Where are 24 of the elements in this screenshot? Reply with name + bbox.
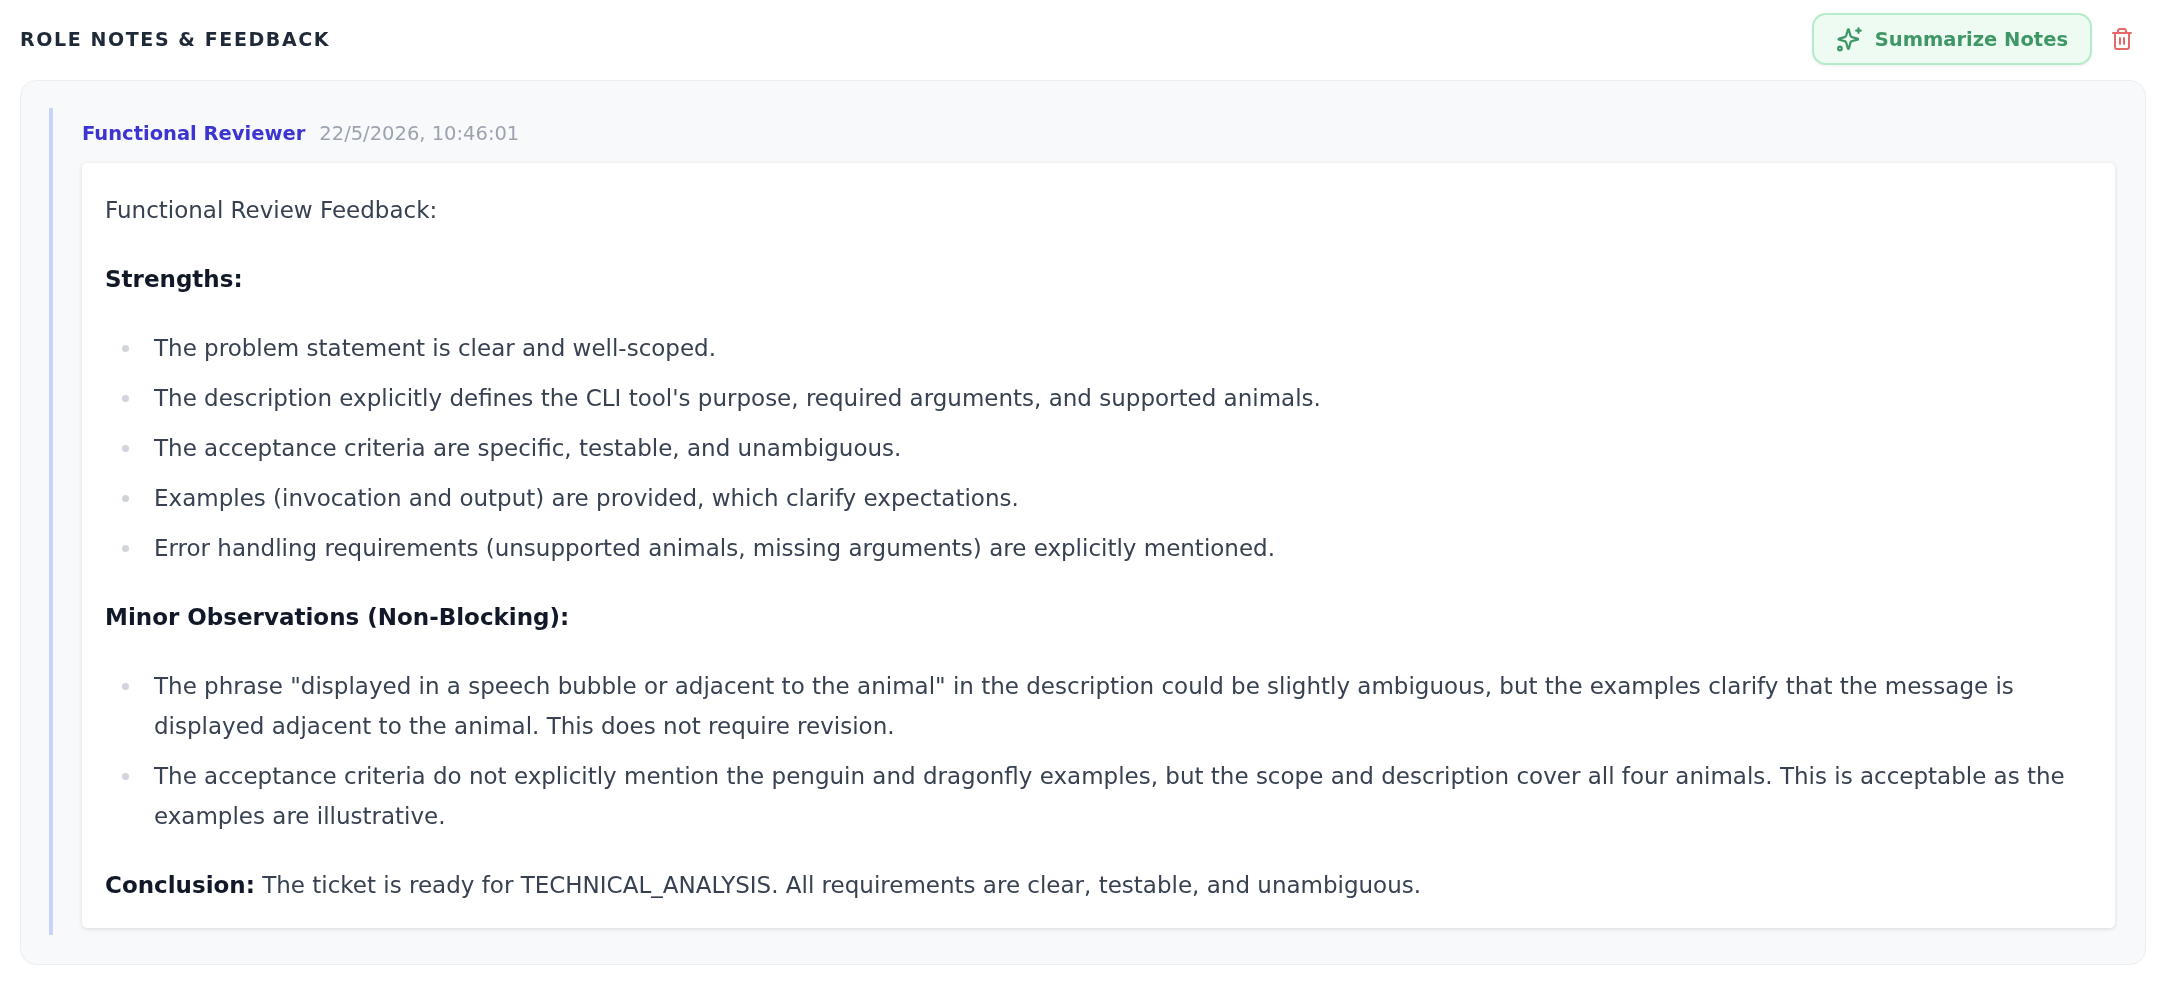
note-text: Conclusion: The ticket is ready for TECHNICAL_ANALYSIS. All requirements are clear, testable, and unambiguous. bbox=[105, 871, 1423, 900]
bullet-icon bbox=[122, 344, 129, 352]
section-heading: Minor Observations (Non-Blocking): bbox=[105, 603, 571, 632]
timestamp: 22/5/2026, 10:46:01 bbox=[319, 121, 520, 147]
sparkles-icon bbox=[1835, 25, 1863, 53]
list-item-text: The phrase "displayed in a speech bubble or adjacent to the animal" in the description could be slightly ambiguous, but the examples clarify that the message is displayed adjacent to the animal. This does not require revision. bbox=[154, 672, 2015, 741]
bullet-icon bbox=[122, 444, 129, 452]
list-item-text: The acceptance criteria do not explicitly mention the penguin and dragonfly examples, but the scope and description cover all four animals. This is acceptable as the examples are illustrative. bbox=[154, 762, 2066, 831]
list-item-text: The description explicitly defines the CLI tool's purpose, required arguments, and supported animals. bbox=[154, 384, 1322, 413]
section-heading: Strengths: bbox=[105, 265, 244, 294]
bullet-icon bbox=[122, 772, 129, 780]
list-item-text: The acceptance criteria are specific, testable, and unambiguous. bbox=[154, 434, 903, 463]
summarize-button[interactable]: Summarize Notes bbox=[1811, 13, 2092, 65]
trash-icon bbox=[2112, 28, 2132, 50]
note-text: Functional Review Feedback: bbox=[105, 196, 439, 225]
list-item-text: The problem statement is clear and well-scoped. bbox=[154, 334, 717, 363]
bullet-icon bbox=[122, 544, 129, 552]
list-item-text: Examples (invocation and output) are provided, which clarify expectations. bbox=[154, 484, 1020, 513]
bullet-icon bbox=[122, 394, 129, 402]
bullet-icon bbox=[122, 494, 129, 502]
author-name: Functional Reviewer bbox=[82, 121, 306, 147]
section-title: ROLE NOTES & FEEDBACK bbox=[20, 28, 331, 50]
bullet-icon bbox=[122, 682, 129, 690]
list-item-text: Error handling requirements (unsupported animals, missing arguments) are explicitly mentioned. bbox=[154, 534, 1276, 563]
